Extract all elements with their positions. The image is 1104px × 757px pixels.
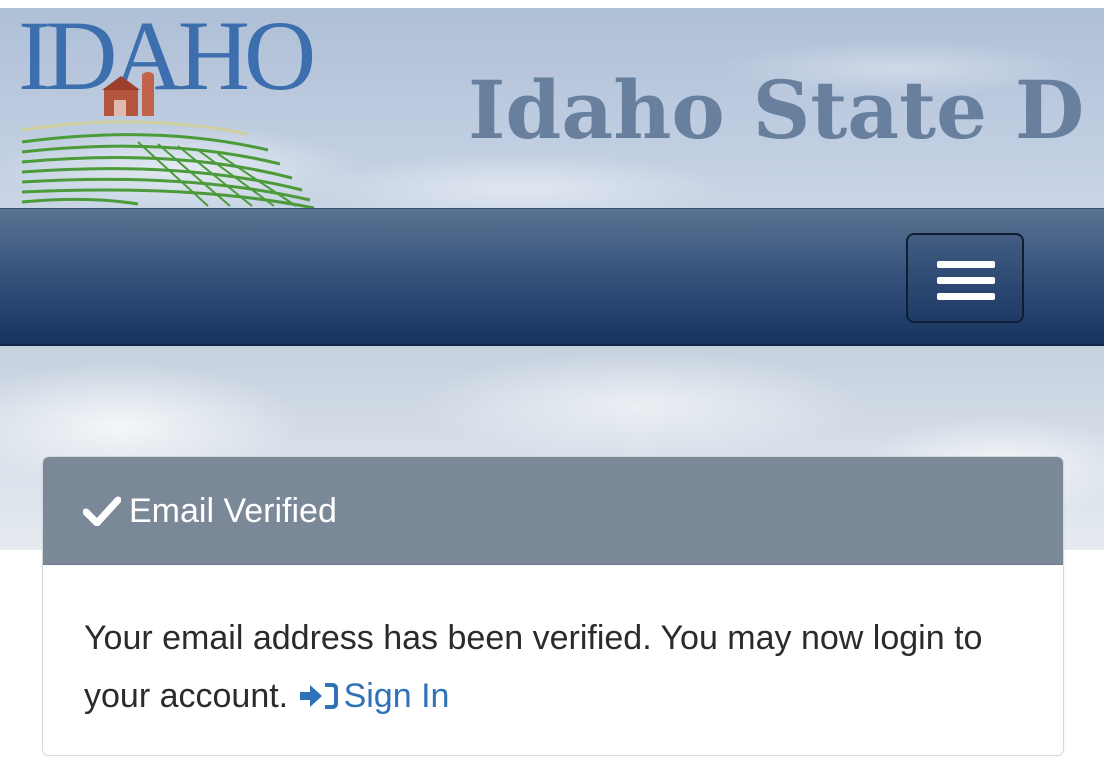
- sign-in-icon: [299, 683, 338, 709]
- sign-in-label: Sign In: [343, 677, 450, 715]
- menu-bar-middle: [937, 277, 995, 284]
- farm-fields-graphic: [21, 72, 315, 208]
- hamburger-menu-button[interactable]: [906, 233, 1024, 323]
- navbar: [0, 208, 1104, 346]
- menu-bar-bottom: [937, 293, 995, 300]
- panel-title: Email Verified: [129, 491, 337, 530]
- idaho-logo[interactable]: IDAHO: [18, 6, 318, 208]
- barn-icon: [102, 72, 154, 116]
- checkmark-icon: [83, 496, 121, 526]
- panel-body: Your email address has been verified. Yo…: [84, 609, 1024, 725]
- menu-bar-top: [937, 261, 995, 268]
- panel-heading: Email Verified: [43, 457, 1063, 565]
- site-header: IDAHO Idaho State D: [0, 0, 1104, 208]
- email-verified-panel: Email Verified Your email address has be…: [42, 456, 1064, 756]
- verification-message: Your email address has been verified. Yo…: [84, 619, 983, 715]
- sign-in-link[interactable]: Sign In: [298, 677, 450, 715]
- site-title: Idaho State D: [468, 63, 1085, 157]
- page: IDAHO Idaho State D Email Verified Your …: [0, 0, 1104, 757]
